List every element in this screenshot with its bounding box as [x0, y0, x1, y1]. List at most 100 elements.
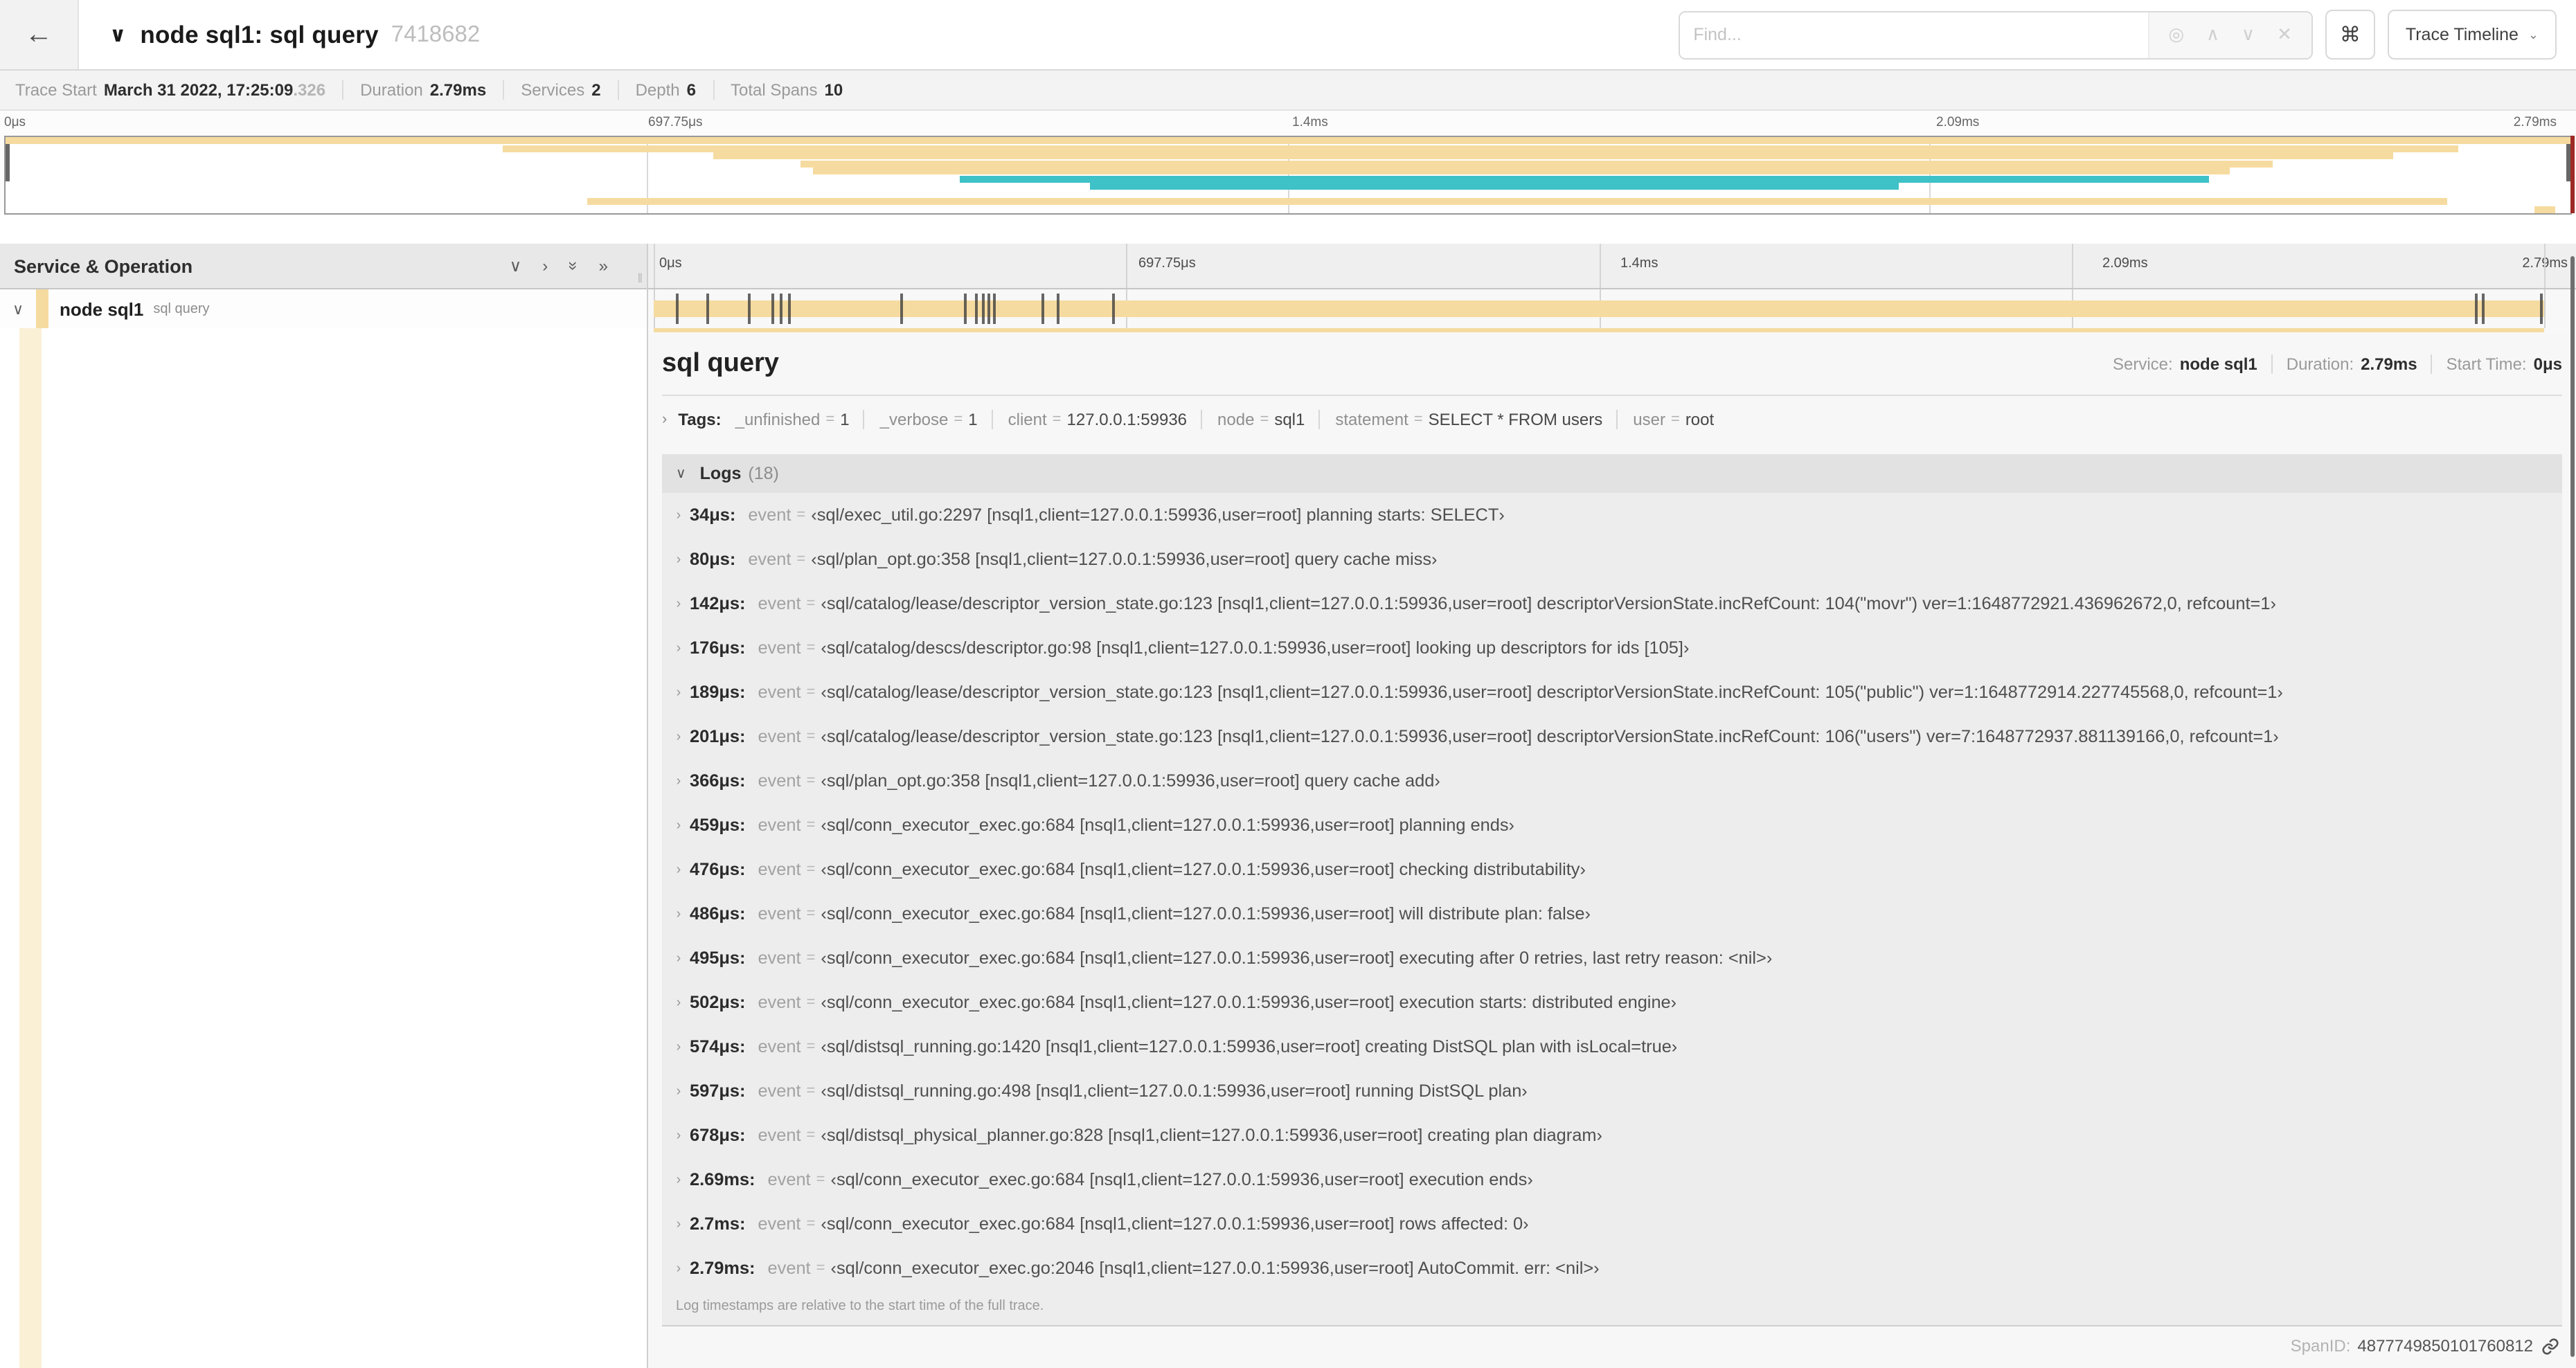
find-input[interactable]: [1679, 12, 2148, 57]
tag-item: node = sql1: [1201, 410, 1305, 429]
log-field-value: ‹sql/catalog/lease/descriptor_version_st…: [821, 594, 2276, 613]
log-row[interactable]: › 678μs: event = ‹sql/distsql_physical_plann…: [668, 1113, 2562, 1158]
log-row[interactable]: › 2.69ms: event = ‹sql/conn_executor_exec.go…: [668, 1158, 2562, 1202]
log-row[interactable]: › 201μs: event = ‹sql/catalog/lease/descript…: [668, 714, 2562, 759]
vertical-scrollbar[interactable]: [2570, 256, 2575, 1357]
logs-header[interactable]: ∨ Logs (18): [662, 454, 2562, 493]
log-marker[interactable]: [981, 294, 985, 324]
minimap-tick-4: 2.79ms: [2513, 115, 2557, 130]
log-timestamp: 2.69ms:: [690, 1170, 755, 1189]
log-marker[interactable]: [1111, 294, 1115, 324]
log-marker[interactable]: [900, 294, 904, 324]
log-marker[interactable]: [2481, 294, 2485, 324]
log-row[interactable]: › 597μs: event = ‹sql/distsql_running.go:498…: [668, 1069, 2562, 1113]
minimap-tick-2: 1.4ms: [1292, 115, 1328, 130]
logs-list: › 34μs: event = ‹sql/exec_util.go:2297 [nsql…: [662, 493, 2562, 1290]
span-row-label[interactable]: ∨ node sql1 sql query: [0, 289, 647, 328]
log-row[interactable]: › 495μs: event = ‹sql/conn_executor_exec.go:…: [668, 936, 2562, 980]
log-marker[interactable]: [1057, 294, 1060, 324]
detail-service: Service: node sql1: [2113, 354, 2257, 374]
trace-minimap[interactable]: 0μs 697.75μs 1.4ms 2.09ms 2.79ms: [0, 111, 2576, 215]
timeline-gridline: [2071, 244, 2073, 288]
chevron-right-icon: ›: [676, 906, 681, 921]
log-marker[interactable]: [974, 294, 978, 324]
log-row[interactable]: › 574μs: event = ‹sql/distsql_running.go:142…: [668, 1025, 2562, 1069]
trace-depth: Depth 6: [617, 80, 696, 100]
trace-total-spans: Total Spans 10: [713, 80, 843, 100]
log-row[interactable]: › 459μs: event = ‹sql/conn_executor_exec.go:…: [668, 803, 2562, 847]
log-field-value: ‹sql/catalog/lease/descriptor_version_st…: [821, 727, 2279, 746]
locate-icon[interactable]: ◎: [2168, 24, 2184, 46]
log-field-equals: =: [796, 507, 806, 523]
log-marker[interactable]: [771, 294, 775, 324]
next-result-icon[interactable]: ∨: [2242, 24, 2255, 46]
log-row[interactable]: › 486μs: event = ‹sql/conn_executor_exec.go:…: [668, 892, 2562, 936]
log-field-value: ‹sql/conn_executor_exec.go:684 [nsql1,cl…: [821, 860, 1586, 879]
detail-duration: Duration: 2.79ms: [2271, 354, 2417, 374]
chevron-right-icon: ›: [676, 507, 681, 523]
keyboard-shortcuts-button[interactable]: ⌘: [2325, 10, 2375, 60]
log-row[interactable]: › 189μs: event = ‹sql/catalog/lease/descript…: [668, 670, 2562, 714]
command-icon: ⌘: [2339, 24, 2361, 47]
prev-result-icon[interactable]: ∧: [2206, 24, 2219, 46]
collapse-one-icon[interactable]: ∨: [510, 256, 522, 276]
log-timestamp: 486μs:: [690, 904, 746, 924]
back-button[interactable]: ←: [0, 0, 79, 69]
log-row[interactable]: › 34μs: event = ‹sql/exec_util.go:2297 [nsql…: [668, 493, 2562, 537]
clear-search-icon[interactable]: ✕: [2277, 24, 2292, 46]
log-row[interactable]: › 476μs: event = ‹sql/conn_executor_exec.go:…: [668, 847, 2562, 892]
log-field-key: event: [758, 860, 801, 879]
expand-one-icon[interactable]: ›: [542, 256, 548, 276]
view-selector-button[interactable]: Trace Timeline ⌄: [2387, 10, 2557, 60]
span-row-track[interactable]: [648, 289, 2576, 328]
log-marker[interactable]: [987, 294, 991, 324]
log-field-key: event: [758, 771, 801, 791]
log-marker[interactable]: [780, 294, 783, 324]
log-marker[interactable]: [963, 294, 967, 324]
column-resizer-handle[interactable]: ‖: [638, 271, 644, 285]
service-operation-header: Service & Operation ∨ › » » ‖: [0, 244, 647, 289]
chevron-right-icon: ›: [676, 1128, 681, 1143]
chevron-right-icon: ›: [676, 1039, 681, 1054]
expand-all-icon[interactable]: »: [599, 256, 608, 276]
log-row[interactable]: › 502μs: event = ‹sql/conn_executor_exec.go:…: [668, 980, 2562, 1025]
log-marker[interactable]: [748, 294, 751, 324]
timeline-tick-1: 697.75μs: [1138, 256, 1196, 271]
log-marker[interactable]: [2539, 294, 2543, 324]
log-row[interactable]: › 176μs: event = ‹sql/catalog/descs/descript…: [668, 626, 2562, 670]
log-marker[interactable]: [992, 294, 996, 324]
timeline-gridline: [1126, 244, 1128, 288]
view-selector-label: Trace Timeline: [2405, 25, 2519, 44]
log-timestamp: 2.79ms:: [690, 1259, 755, 1278]
log-marker[interactable]: [1041, 294, 1044, 324]
minimap-span: [587, 198, 2448, 206]
trace-id: 7418682: [391, 21, 481, 46]
timeline-gridline: [2544, 289, 2546, 328]
log-marker[interactable]: [788, 294, 791, 324]
span-duration-bar[interactable]: [654, 300, 2544, 317]
minimap-canvas[interactable]: [4, 136, 2572, 215]
log-row[interactable]: › 2.79ms: event = ‹sql/conn_executor_exec.go…: [668, 1246, 2562, 1290]
link-icon[interactable]: [2541, 1337, 2559, 1355]
log-marker[interactable]: [2475, 294, 2478, 324]
log-field-value: ‹sql/conn_executor_exec.go:2046 [nsql1,c…: [830, 1259, 1600, 1278]
tags-accordion[interactable]: › Tags: _unfinished = 1 _verbose = 1 client =…: [662, 396, 2562, 443]
log-timestamp: 678μs:: [690, 1126, 746, 1145]
log-row[interactable]: › 80μs: event = ‹sql/plan_opt.go:358 [nsql1,…: [668, 537, 2562, 582]
timeline-main: Service & Operation ∨ › » » ‖ ∨ node sql…: [0, 244, 2576, 1368]
log-marker[interactable]: [675, 294, 679, 324]
span-detail-title: sql query: [662, 349, 779, 378]
log-row[interactable]: › 2.7ms: event = ‹sql/conn_executor_exec.go:…: [668, 1202, 2562, 1246]
log-row[interactable]: › 366μs: event = ‹sql/plan_opt.go:358 [nsql1…: [668, 759, 2562, 803]
trace-collapse-chevron-icon[interactable]: ∨: [109, 22, 126, 47]
log-field-key: event: [758, 904, 801, 924]
log-marker[interactable]: [706, 294, 710, 324]
collapse-all-icon[interactable]: »: [564, 261, 583, 270]
span-collapse-chevron-icon[interactable]: ∨: [0, 300, 36, 318]
trace-meta-bar: Trace Start March 31 2022, 17:25:09 .326…: [0, 71, 2576, 111]
log-row[interactable]: › 142μs: event = ‹sql/catalog/lease/descript…: [668, 582, 2562, 626]
log-field-equals: =: [806, 861, 816, 878]
minimap-span: [800, 160, 2273, 168]
log-field-equals: =: [816, 1171, 825, 1188]
chevron-right-icon: ›: [676, 995, 681, 1010]
